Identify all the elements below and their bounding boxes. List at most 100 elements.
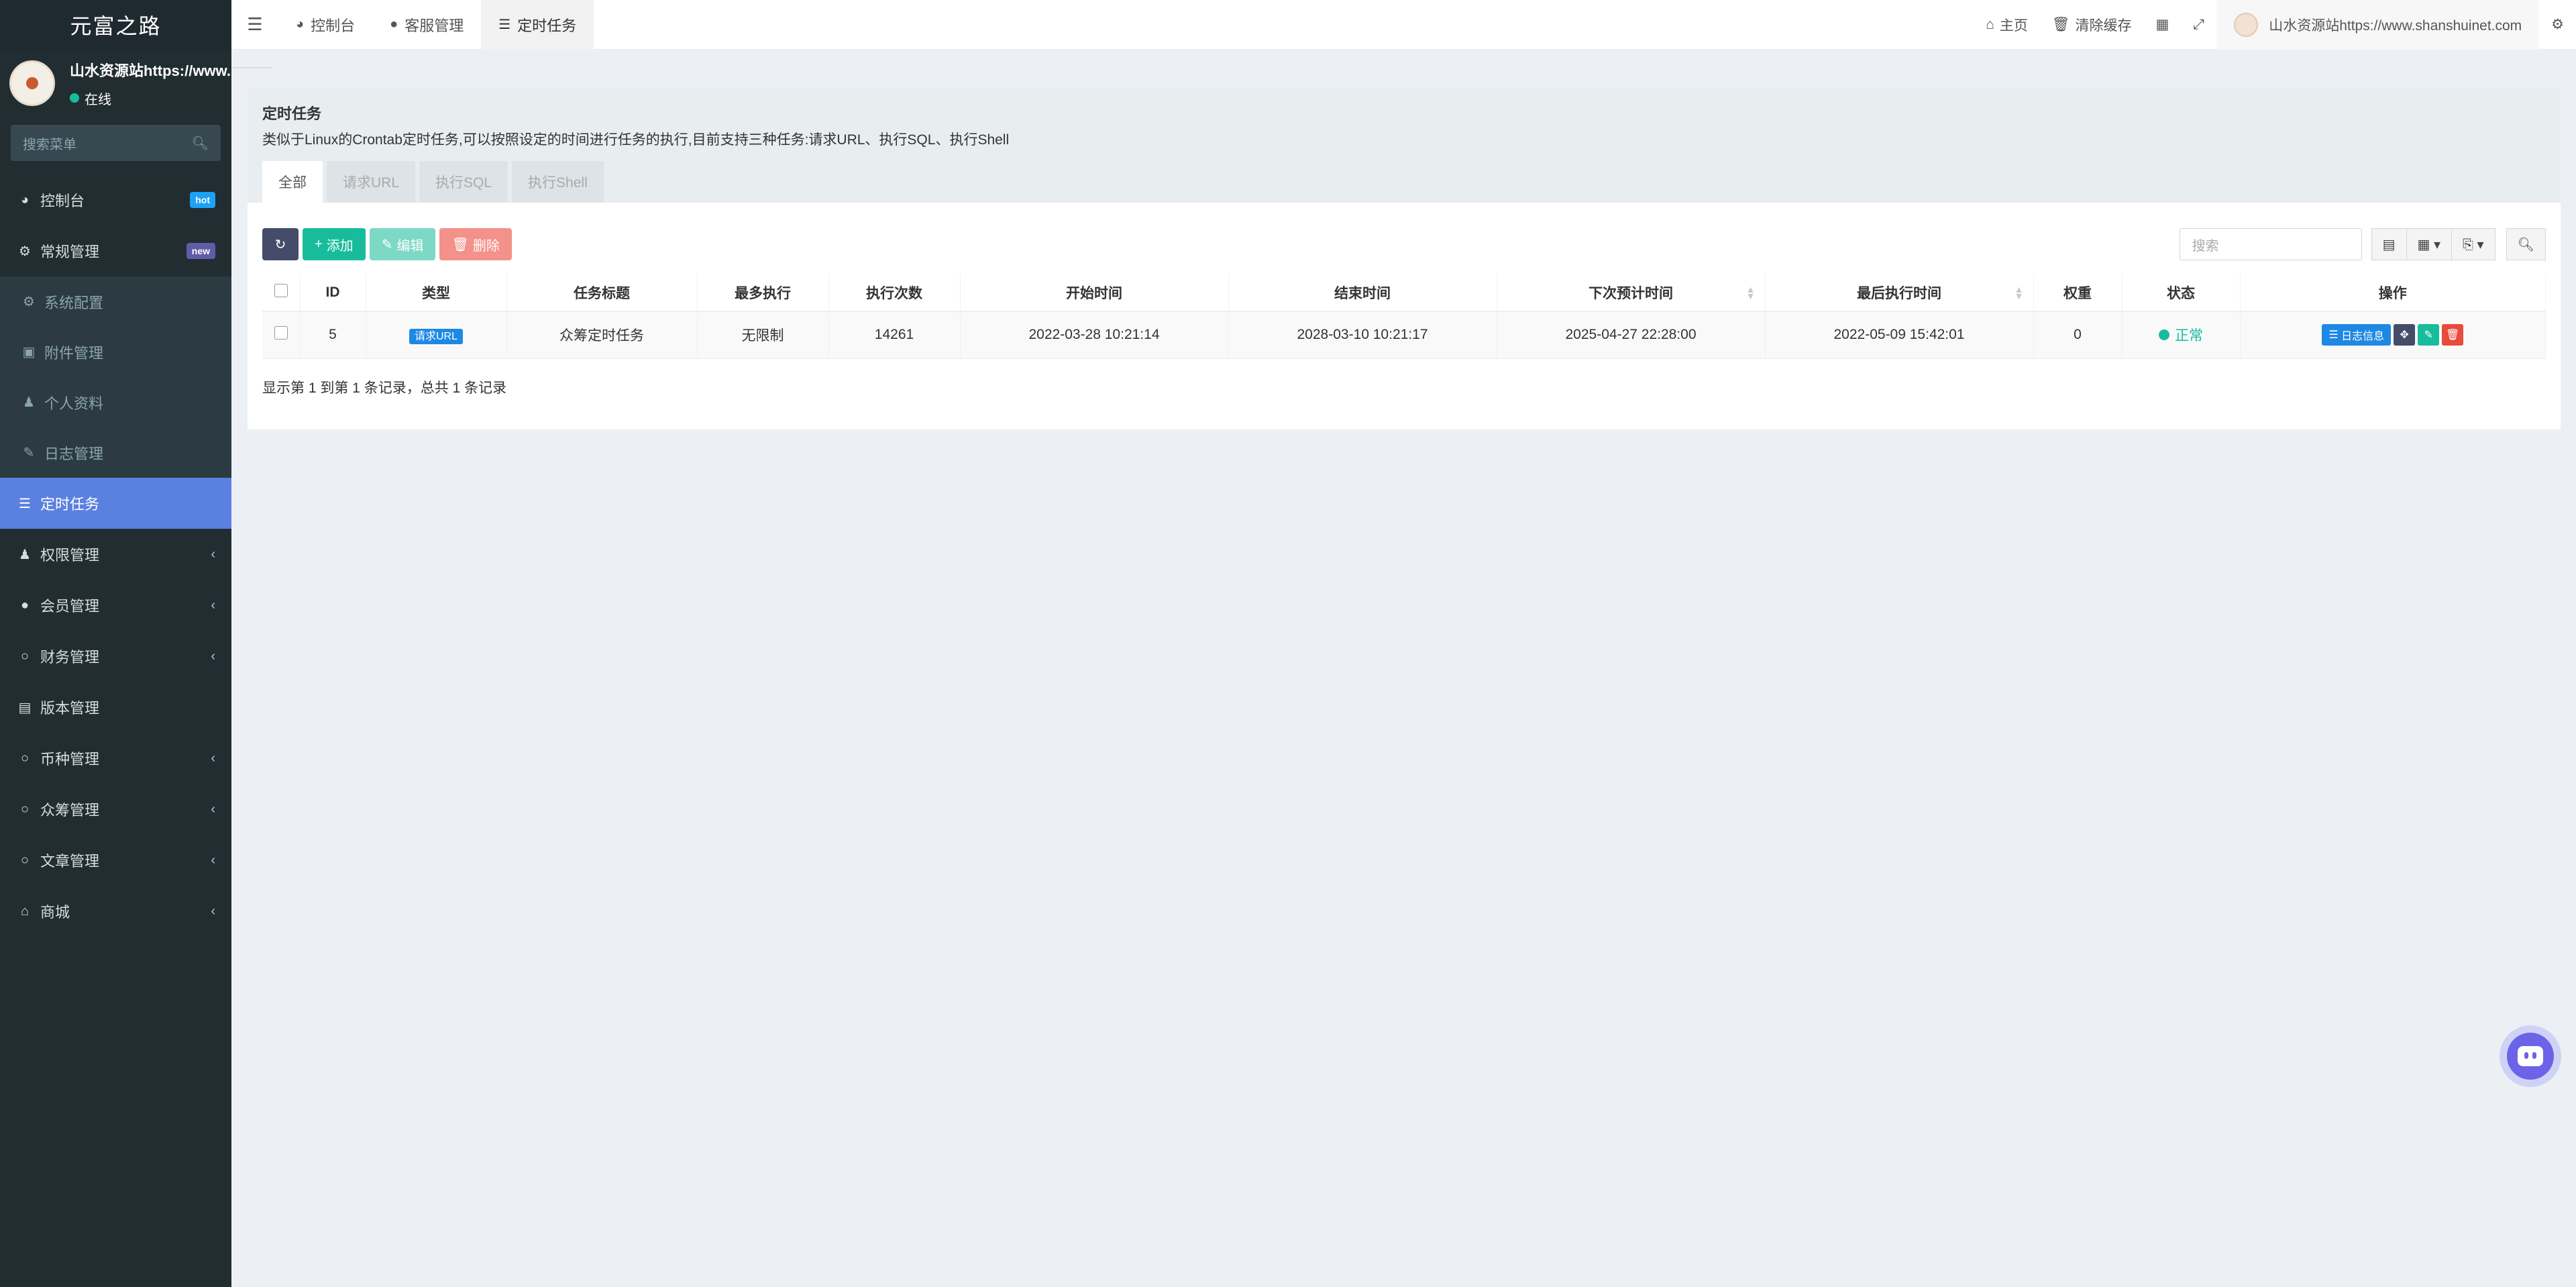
col-last-time[interactable]: 最后执行时间 ▲ ▼	[1765, 274, 2034, 312]
filter-tabs: 全部 请求URL 执行SQL 执行Shell	[262, 161, 608, 203]
circle-icon: ○	[20, 801, 30, 817]
sidebar-item-crowdfunding[interactable]: ○ 众筹管理 ‹	[0, 784, 231, 835]
dashboard-icon: ◕	[20, 192, 30, 207]
search-menu-input[interactable]: 搜索菜单 🔍︎	[11, 125, 221, 161]
plus-icon: +	[315, 236, 323, 252]
sidebar-item-members[interactable]: ● 会员管理 ‹	[0, 580, 231, 631]
col-max-exec[interactable]: 最多执行	[697, 274, 829, 312]
col-title[interactable]: 任务标题	[506, 274, 698, 312]
cell-type: 请求URL	[366, 311, 507, 359]
tab-customer-service[interactable]: ● 客服管理	[372, 0, 481, 50]
user-menu[interactable]: 山水资源站https://www.shanshuinet.com	[2216, 0, 2540, 50]
cell-title: 众筹定时任务	[506, 311, 698, 359]
tab-request-url[interactable]: 请求URL	[327, 161, 416, 203]
user-panel: 山水资源站https://www.s 在线	[0, 50, 231, 117]
clear-cache-button[interactable]: 🗑︎ 清除缓存	[2040, 0, 2144, 50]
sidebar-item-profile[interactable]: ♟ 个人资料	[0, 377, 231, 427]
sidebar-item-general[interactable]: ⚙ 常规管理 new	[0, 225, 231, 276]
pencil-icon: ✎	[2424, 329, 2433, 342]
chevron-left-icon: ‹	[211, 546, 215, 562]
export-icon: ⎘ ▾	[2463, 237, 2484, 252]
hot-badge: hot	[190, 192, 215, 208]
sidebar-item-logs[interactable]: ✎ 日志管理	[0, 427, 231, 478]
user-status: 在线	[70, 89, 231, 108]
chat-widget-button[interactable]	[2500, 1025, 2561, 1087]
trash-icon: 🗑︎	[2051, 16, 2070, 32]
circle-icon: ○	[20, 648, 30, 664]
table-row: 5 请求URL 众筹定时任务 无限制 14261 2022-03-28 10:2…	[262, 311, 2546, 359]
sort-icon: ▲ ▼	[1746, 284, 1756, 301]
sidebar-item-articles[interactable]: ○ 文章管理 ‹	[0, 835, 231, 886]
menu-toggle-icon[interactable]: ☰	[231, 14, 278, 35]
tab-crontab[interactable]: ☰ 定时任务	[481, 0, 594, 50]
row-checkbox[interactable]	[262, 311, 301, 359]
avatar	[2234, 12, 2259, 37]
row-delete-button[interactable]: 🗑︎	[2442, 324, 2464, 346]
cell-weight: 0	[2033, 311, 2123, 359]
circle-icon: ○	[20, 750, 30, 766]
add-button[interactable]: + 添加	[303, 228, 366, 260]
select-all-checkbox[interactable]	[262, 274, 301, 312]
home-icon: ⌂	[20, 903, 30, 919]
cell-last-time: 2022-05-09 15:42:01	[1765, 311, 2034, 359]
cell-operations: ☰ 日志信息 ✥ ✎ 🗑︎	[2240, 311, 2546, 359]
status-badge: 正常	[2159, 325, 2203, 345]
home-link[interactable]: ⌂ 主页	[1974, 0, 2040, 50]
sidebar-item-auth[interactable]: ♟ 权限管理 ‹	[0, 529, 231, 580]
refresh-button[interactable]: ↻	[262, 228, 299, 260]
tasks-icon: ☰	[498, 17, 511, 32]
col-exec-count[interactable]: 执行次数	[828, 274, 961, 312]
dashboard-icon: ◕	[296, 17, 305, 32]
avatar	[9, 60, 55, 106]
chevron-left-icon: ‹	[211, 903, 215, 919]
cell-id: 5	[300, 311, 366, 359]
sidebar-item-crontab[interactable]: ☰ 定时任务	[0, 478, 231, 529]
sidebar-item-system-config[interactable]: ⚙ 系统配置	[0, 276, 231, 327]
columns-button[interactable]: ▦ ▾	[2406, 228, 2452, 260]
tab-dashboard[interactable]: ◕ 控制台	[278, 0, 372, 50]
page-title: 定时任务	[262, 105, 322, 122]
sidebar-item-dashboard[interactable]: ◕ 控制台 hot	[0, 174, 231, 225]
col-id[interactable]: ID	[300, 274, 366, 312]
drag-sort-button[interactable]: ✥	[2394, 324, 2416, 346]
sidebar-item-attachments[interactable]: ▣ 附件管理	[0, 327, 231, 377]
col-status[interactable]: 状态	[2122, 274, 2241, 312]
advanced-search-button[interactable]: 🔍︎	[2506, 228, 2546, 260]
toggle-view-button[interactable]: ▤	[2371, 228, 2407, 260]
tab-exec-sql[interactable]: 执行SQL	[419, 161, 508, 203]
table-search-input[interactable]: 搜索	[2179, 228, 2362, 260]
col-operations: 操作	[2240, 274, 2546, 312]
language-toggle-icon[interactable]: ▦	[2144, 0, 2182, 50]
col-type[interactable]: 类型	[366, 274, 507, 312]
col-start-time[interactable]: 开始时间	[960, 274, 1229, 312]
cell-exec-count: 14261	[828, 311, 961, 359]
sidebar-item-mall[interactable]: ⌂ 商城 ‹	[0, 886, 231, 937]
sidebar-item-finance[interactable]: ○ 财务管理 ‹	[0, 631, 231, 682]
brand-logo[interactable]: 元富之路	[0, 0, 231, 50]
settings-icon[interactable]: ⚙	[2539, 0, 2576, 50]
col-next-time[interactable]: 下次预计时间 ▲ ▼	[1497, 274, 1766, 312]
pencil-icon: ✎	[381, 237, 393, 252]
chevron-left-icon: ‹	[211, 597, 215, 613]
trash-icon: 🗑︎	[2446, 329, 2460, 342]
row-edit-button[interactable]: ✎	[2418, 324, 2440, 346]
log-info-button[interactable]: ☰ 日志信息	[2322, 324, 2392, 346]
crontab-table: ID 类型 任务标题 最多执行 执行次数 开始时间 结束时间 下次预计时间 ▲ ▼…	[262, 274, 2546, 359]
search-icon: 🔍︎	[191, 136, 209, 151]
col-weight[interactable]: 权重	[2033, 274, 2123, 312]
delete-button[interactable]: 🗑︎ 删除	[439, 228, 512, 260]
sidebar-item-currency[interactable]: ○ 币种管理 ‹	[0, 733, 231, 784]
table-toolbar: ↻ + 添加 ✎ 编辑 🗑︎ 删除 搜索 ▤ ▦ ▾ ⎘ ▾ 🔍︎	[262, 228, 2546, 260]
fullscreen-icon[interactable]: ⤢	[2181, 0, 2216, 50]
table-header-row: ID 类型 任务标题 最多执行 执行次数 开始时间 结束时间 下次预计时间 ▲ ▼…	[262, 274, 2546, 312]
tab-exec-shell[interactable]: 执行Shell	[512, 161, 604, 203]
col-end-time[interactable]: 结束时间	[1228, 274, 1497, 312]
edit-button[interactable]: ✎ 编辑	[369, 228, 436, 260]
chat-bot-icon	[2518, 1046, 2543, 1066]
export-button[interactable]: ⎘ ▾	[2452, 228, 2496, 260]
tab-all[interactable]: 全部	[262, 161, 323, 203]
group-icon: ♟	[19, 547, 31, 562]
cell-max-exec: 无限制	[697, 311, 829, 359]
sidebar-item-version[interactable]: ▤ 版本管理	[0, 682, 231, 733]
user-circle-icon: ●	[390, 17, 398, 32]
